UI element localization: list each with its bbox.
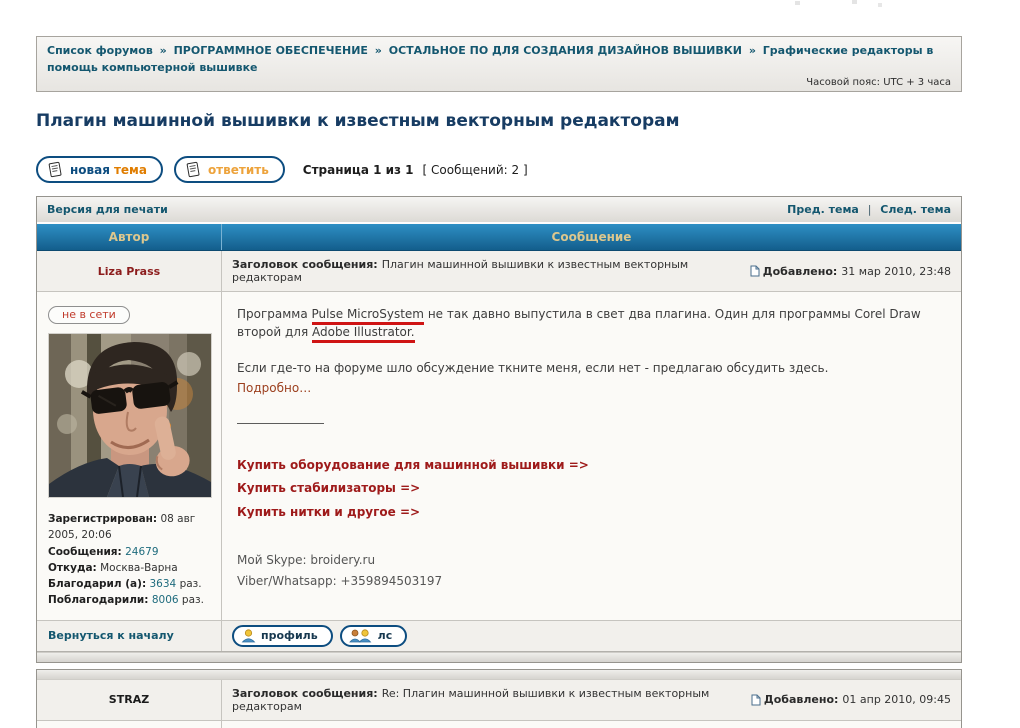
user-icon bbox=[241, 629, 256, 643]
from-label: Откуда: bbox=[48, 561, 97, 574]
new-topic-label-part1: новая bbox=[70, 162, 110, 177]
post2-author-link[interactable]: STRAZ bbox=[109, 693, 149, 706]
private-message-button[interactable]: лс bbox=[339, 624, 408, 647]
thanks-value[interactable]: 8006 bbox=[152, 594, 179, 606]
breadcrumb-separator: » bbox=[748, 44, 756, 57]
topic-table-2: STRAZ Заголовок сообщения: Re: Плагин маш… bbox=[36, 668, 962, 728]
post1-header-row: Liza Prass Заголовок сообщения: Плагин ма… bbox=[37, 251, 961, 293]
post1-profile-info: Зарегистрирован: 08 авг 2005, 20:06 Сооб… bbox=[48, 511, 210, 609]
column-header-message: Сообщение bbox=[551, 230, 632, 245]
viber-whatsapp-contact: Viber/Whatsapp: +359894503197 bbox=[237, 574, 443, 589]
message-count: [ Сообщений: 2 ] bbox=[422, 162, 528, 177]
table-header-row: Автор Сообщение bbox=[37, 224, 961, 252]
post2-added-label: Добавлено: bbox=[763, 693, 839, 707]
messages-label: Сообщения: bbox=[48, 545, 122, 558]
cropped-edge-artifact bbox=[852, 0, 857, 4]
thanks-suffix: раз. bbox=[181, 594, 204, 607]
post1-added-date: 31 мар 2010, 23:48 bbox=[841, 264, 951, 278]
post1-paragraph-1: Программа Pulse MicroSystem не так давно… bbox=[237, 305, 946, 344]
post2-message-cell: Да уж презентация-мелковато..А так-штучк… bbox=[222, 721, 961, 728]
table-bottom-edge bbox=[37, 651, 961, 662]
page-edit-icon bbox=[186, 161, 200, 178]
breadcrumb-link-forum-index[interactable]: Список форумов bbox=[47, 44, 153, 57]
reply-label: ответить bbox=[207, 162, 269, 177]
offline-status-badge: не в сети bbox=[48, 306, 130, 325]
messages-value[interactable]: 24679 bbox=[125, 546, 158, 558]
post1-message-cell: Программа Pulse MicroSystem не так давно… bbox=[222, 292, 961, 620]
from-value: Москва-Варна bbox=[100, 561, 178, 574]
more-details-link[interactable]: Подробно… bbox=[237, 381, 311, 395]
post2-header-row: STRAZ Заголовок сообщения: Re: Плагин маш… bbox=[37, 679, 961, 721]
breadcrumb-link-other-software[interactable]: ОСТАЛЬНОЕ ПО ДЛЯ СОЗДАНИЯ ДИЗАЙНОВ ВЫШИВ… bbox=[389, 44, 742, 57]
post1-paragraph-2: Если где-то на форуме шло обсуждение ткн… bbox=[237, 361, 829, 376]
annotated-text-adobe-illustrator: Adobe Illustrator. bbox=[311, 325, 415, 344]
breadcrumb-separator: » bbox=[159, 44, 167, 57]
post2-body-row: не в сети bbox=[37, 720, 961, 728]
thanked-value[interactable]: 3634 bbox=[150, 578, 177, 590]
column-header-author: Автор bbox=[37, 224, 222, 251]
annotated-text-pulse-microsystem: Pulse MicroSystem bbox=[311, 307, 424, 326]
forum-page: Список форумов » ПРОГРАММНОЕ ОБЕСПЕЧЕНИЕ… bbox=[36, 36, 962, 728]
topic-toolbar: новая тема ответить Страница 1 из 1 [ Со… bbox=[36, 156, 962, 184]
post2-author-cell: не в сети bbox=[37, 720, 222, 728]
post1-footer-row: Вернуться к началу профиль лс bbox=[37, 620, 961, 652]
breadcrumb: Список форумов » ПРОГРАММНОЕ ОБЕСПЕЧЕНИЕ… bbox=[36, 36, 962, 93]
post1-body-row: не в сети Зарегистрирован: 08 авг 2005, … bbox=[37, 292, 961, 621]
topic-options-bar: Версия для печати Пред. тема | След. тем… bbox=[37, 197, 961, 225]
prev-topic-link[interactable]: Пред. тема bbox=[787, 203, 859, 216]
table-top-edge bbox=[37, 669, 961, 680]
sheet-icon bbox=[751, 694, 761, 706]
new-topic-label-part2: тема bbox=[113, 162, 147, 177]
thanked-label: Благодарил (а): bbox=[48, 578, 147, 591]
page-info: Страница 1 из 1 bbox=[302, 162, 414, 177]
reply-button[interactable]: ответить bbox=[173, 156, 285, 184]
post1-author-link[interactable]: Liza Prass bbox=[98, 265, 160, 278]
cropped-edge-artifact bbox=[795, 1, 800, 5]
post2-added-date: 01 апр 2010, 09:45 bbox=[842, 693, 951, 707]
avatar-woman-thumbs-up bbox=[49, 334, 211, 498]
registered-label: Зарегистрирован: bbox=[48, 513, 158, 526]
profile-button-label: профиль bbox=[261, 629, 318, 643]
cropped-edge-artifact bbox=[878, 3, 882, 7]
users-icon bbox=[348, 629, 372, 643]
page-edit-icon bbox=[48, 161, 62, 178]
signature-separator bbox=[237, 423, 324, 425]
signature-contacts: Мой Skype: broidery.ru Viber/Whatsapp: +… bbox=[237, 550, 946, 592]
back-to-top-link[interactable]: Вернуться к началу bbox=[48, 629, 174, 642]
post1-added-label: Добавлено: bbox=[762, 264, 838, 278]
new-topic-button[interactable]: новая тема bbox=[36, 156, 163, 184]
profile-button[interactable]: профиль bbox=[232, 624, 333, 647]
topic-table: Версия для печати Пред. тема | След. тем… bbox=[36, 196, 962, 663]
signature-link-stabilizers[interactable]: Купить стабилизаторы => bbox=[237, 477, 946, 500]
timezone-label: Часовой пояс: UTC + 3 часа bbox=[806, 77, 951, 89]
signature-link-equipment[interactable]: Купить оборудование для машинной вышивки… bbox=[237, 454, 946, 477]
post1-avatar bbox=[48, 333, 212, 499]
topic-nav-divider: | bbox=[867, 203, 872, 217]
print-version-link[interactable]: Версия для печати bbox=[47, 203, 168, 216]
signature-link-threads[interactable]: Купить нитки и другое => bbox=[237, 501, 946, 524]
breadcrumb-link-software[interactable]: ПРОГРАММНОЕ ОБЕСПЕЧЕНИЕ bbox=[174, 44, 368, 57]
thanked-suffix: раз. bbox=[179, 578, 202, 591]
breadcrumb-separator: » bbox=[374, 44, 382, 57]
post2-subject-label: Заголовок сообщения: bbox=[232, 686, 378, 700]
thanks-label: Поблагодарили: bbox=[48, 594, 149, 607]
page-title: Плагин машинной вышивки к известным вект… bbox=[36, 111, 680, 132]
pm-button-label: лс bbox=[377, 629, 393, 643]
sheet-icon bbox=[750, 265, 760, 277]
next-topic-link[interactable]: След. тема bbox=[880, 203, 951, 216]
skype-contact: Мой Skype: broidery.ru bbox=[237, 553, 376, 568]
post1-author-cell: не в сети Зарегистрирован: 08 авг 2005, … bbox=[37, 292, 222, 620]
post1-subject-label: Заголовок сообщения: bbox=[232, 258, 378, 272]
